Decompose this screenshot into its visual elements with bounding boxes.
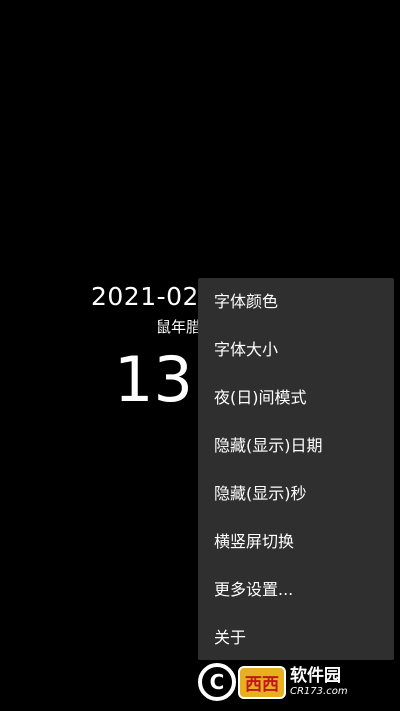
watermark-name: 软件园 — [290, 666, 341, 686]
menu-item-night-mode[interactable]: 夜(日)间模式 — [198, 374, 394, 422]
menu-item-toggle-seconds[interactable]: 隐藏(显示)秒 — [198, 470, 394, 518]
menu-item-more-settings[interactable]: 更多设置... — [198, 566, 394, 614]
watermark-badge: 西西 — [238, 665, 286, 699]
menu-item-font-color[interactable]: 字体颜色 — [198, 278, 394, 326]
options-menu: 字体颜色 字体大小 夜(日)间模式 隐藏(显示)日期 隐藏(显示)秒 横竖屏切换… — [198, 278, 394, 660]
menu-item-toggle-date[interactable]: 隐藏(显示)日期 — [198, 422, 394, 470]
menu-item-orientation[interactable]: 横竖屏切换 — [198, 518, 394, 566]
menu-item-font-size[interactable]: 字体大小 — [198, 326, 394, 374]
watermark-url: CR173.com — [290, 686, 348, 697]
watermark-text: 软件园 CR173.com — [290, 666, 348, 698]
lunar-date-label: 鼠年腊 — [156, 318, 202, 336]
clock-screen: 2021-02-0 鼠年腊 13: 字体颜色 字体大小 夜(日)间模式 隐藏(显… — [0, 0, 400, 711]
menu-item-about[interactable]: 关于 — [198, 614, 394, 662]
watermark-logo: C 西西 软件园 CR173.com — [198, 660, 394, 704]
watermark-c-icon: C — [198, 663, 236, 701]
